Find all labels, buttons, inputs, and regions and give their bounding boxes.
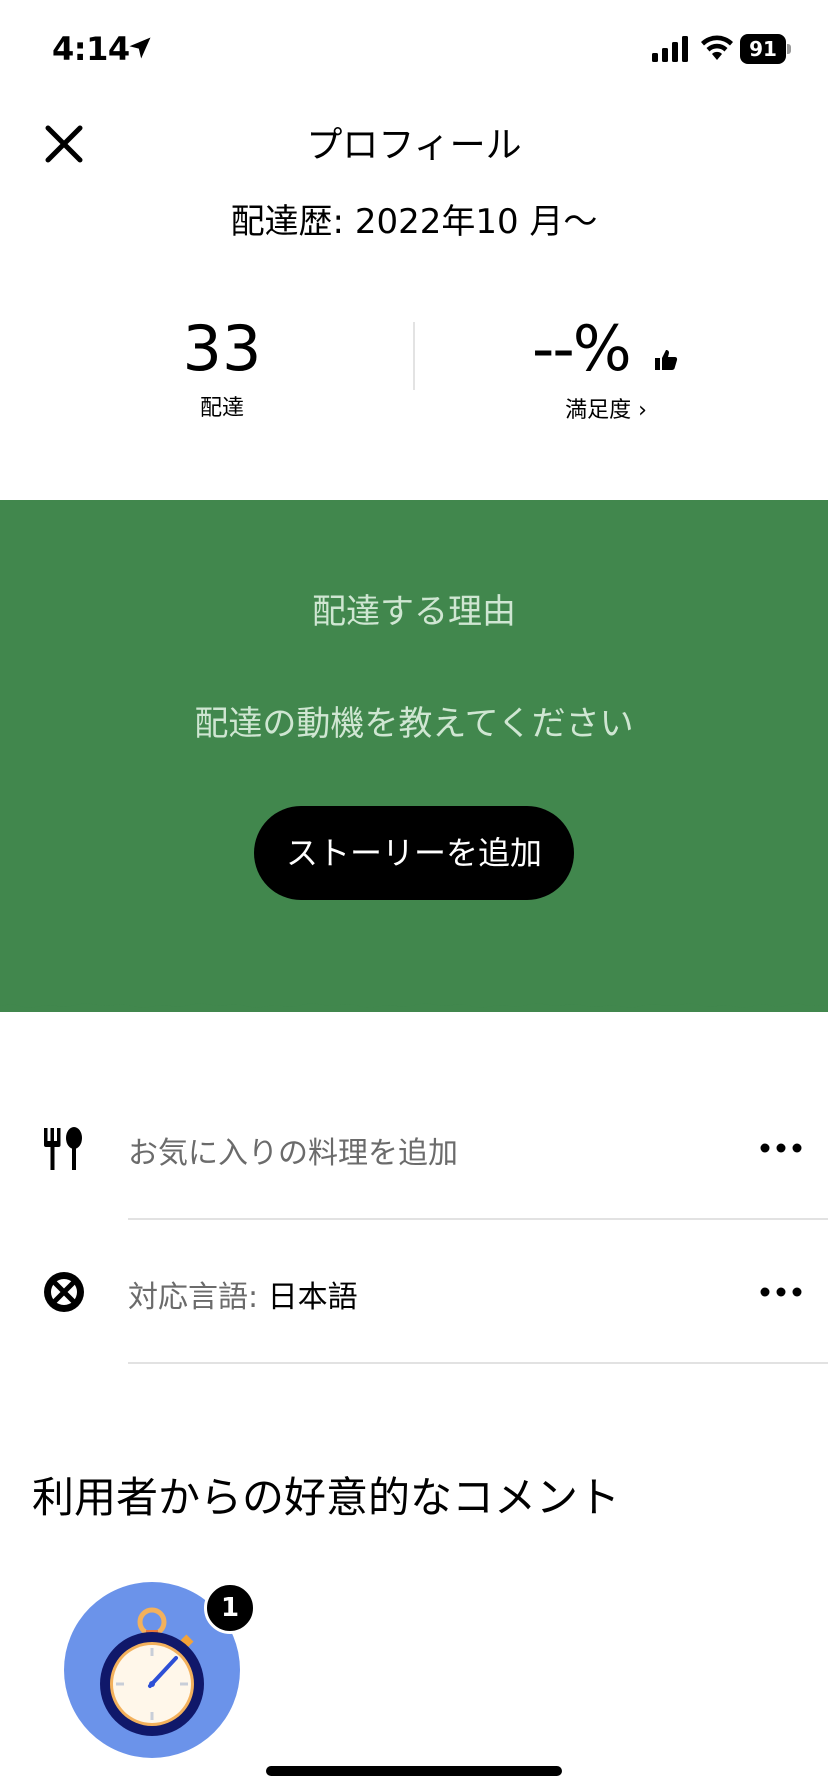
language-icon bbox=[44, 1272, 84, 1312]
wifi-icon bbox=[701, 35, 733, 60]
languages-label: 対応言語: bbox=[128, 1280, 268, 1315]
location-arrow-icon bbox=[129, 37, 151, 59]
story-prompt: 配達の動機を教えてください bbox=[194, 704, 634, 744]
status-bar: 4:14 91 bbox=[0, 0, 828, 100]
torn-paper-edge bbox=[0, 985, 828, 1008]
story-banner bbox=[0, 500, 828, 1012]
satisfaction-stat[interactable]: --% bbox=[480, 312, 720, 385]
comments-heading: 利用者からの好意的なコメント bbox=[32, 1473, 621, 1522]
more-options-icon[interactable] bbox=[758, 1285, 804, 1299]
battery-indicator: 91 bbox=[740, 34, 791, 64]
deliveries-label: 配達 bbox=[199, 396, 244, 421]
more-options-icon[interactable] bbox=[758, 1141, 804, 1155]
page-title: プロフィール bbox=[306, 125, 522, 166]
deliveries-count: 33 bbox=[182, 312, 262, 385]
satisfaction-value: --% bbox=[532, 312, 632, 385]
battery-level: 91 bbox=[740, 34, 786, 64]
languages-text: 対応言語: 日本語 bbox=[128, 1272, 358, 1316]
satisfaction-link[interactable]: 満足度 › bbox=[476, 392, 736, 424]
badge-count: 1 bbox=[204, 1582, 256, 1634]
utensils-icon bbox=[44, 1127, 82, 1170]
row-divider bbox=[128, 1362, 828, 1364]
languages-value: 日本語 bbox=[267, 1280, 358, 1315]
stats-divider bbox=[413, 322, 415, 390]
languages-row[interactable]: 対応言語: 日本語 bbox=[0, 1220, 828, 1364]
story-title: 配達する理由 bbox=[312, 592, 516, 632]
delivery-since-label: 配達歴: 2022年10 月〜 bbox=[230, 202, 598, 242]
thumbs-up-icon bbox=[655, 350, 678, 370]
favorite-food-label: お気に入りの料理を追加 bbox=[128, 1136, 458, 1171]
signal-icon bbox=[652, 36, 688, 62]
favorite-food-row[interactable]: お気に入りの料理を追加 bbox=[0, 1076, 828, 1220]
home-indicator bbox=[266, 1766, 562, 1776]
status-time: 4:14 bbox=[52, 30, 130, 68]
add-story-button[interactable]: ストーリーを追加 bbox=[254, 806, 574, 900]
battery-tip bbox=[787, 44, 791, 54]
